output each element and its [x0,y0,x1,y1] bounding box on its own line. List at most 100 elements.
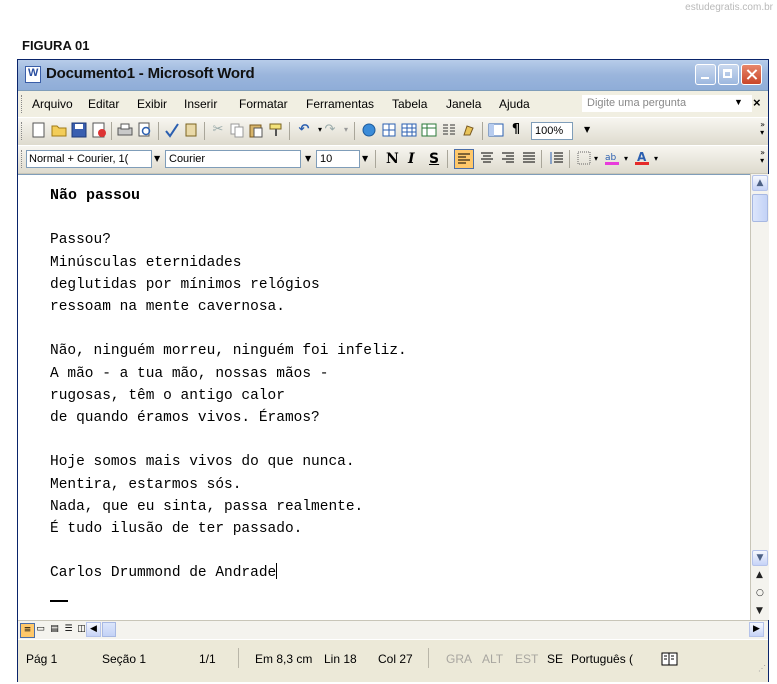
ask-dropdown-arrow-icon[interactable]: ▼ [734,97,743,107]
toolbar-options-icon[interactable]: » ▾ [760,149,765,165]
hyperlink-icon[interactable] [361,122,377,138]
scroll-thumb[interactable] [752,194,768,222]
status-language[interactable]: Português ( [571,652,633,666]
save-icon[interactable] [71,122,87,138]
end-of-document-marker [50,600,68,602]
normal-view-icon[interactable]: ≡ [20,623,35,638]
redo-icon[interactable]: ↷ [322,122,338,138]
minimize-button[interactable] [695,64,716,85]
print-layout-icon[interactable]: ▤ [48,623,61,636]
menu-tabela[interactable]: Tabela [392,97,427,111]
new-document-icon[interactable] [31,122,47,138]
outline-view-icon[interactable]: ☰ [62,623,75,636]
insert-table-icon[interactable] [401,122,417,138]
highlight-dropdown-icon[interactable]: ▾ [624,154,628,163]
horizontal-scroll-thumb[interactable] [102,622,116,637]
redo-dropdown-icon[interactable]: ▾ [338,122,354,138]
font-color-dropdown-icon[interactable]: ▾ [654,154,658,163]
close-button[interactable] [741,64,762,85]
style-dropdown-icon[interactable]: ▼ [154,154,160,163]
align-right-icon[interactable] [500,150,516,166]
document-page[interactable]: Não passou Passou? Minúsculas eternidade… [18,174,750,621]
spelling-icon[interactable] [164,122,180,138]
borders-dropdown-icon[interactable]: ▾ [594,154,598,163]
status-track-changes[interactable]: ALT [482,652,503,666]
undo-icon[interactable]: ↶ [296,122,312,138]
scroll-down-icon[interactable]: ▼ [752,550,768,566]
next-page-icon[interactable]: ▼ [756,606,763,616]
cut-icon[interactable]: ✂ [210,122,226,138]
print-icon[interactable] [117,122,133,138]
select-browse-object-icon[interactable]: ○ [756,588,764,598]
web-layout-icon[interactable]: ▭ [34,623,47,636]
horizontal-scrollbar[interactable]: ≡ ▭ ▤ ☰ ◫ ◀ ▶ [18,620,768,639]
bold-button[interactable]: N [386,151,399,167]
align-left-button[interactable] [454,149,474,169]
poem-line: Mentira, estarmos sós. [50,476,242,493]
resize-grip-icon[interactable]: ⋰ [758,664,766,673]
drawing-icon[interactable] [461,122,477,138]
toolbar-options-icon[interactable]: » ▾ [760,121,765,137]
poem-line: É tudo ilusão de ter passado. [50,521,303,538]
font-size-select[interactable]: 10 [316,150,360,168]
document-map-icon[interactable] [488,122,504,138]
research-icon[interactable] [184,122,200,138]
previous-page-icon[interactable]: ▲ [756,570,763,580]
menu-grip-handle[interactable] [21,95,25,113]
title-bar[interactable]: Documento1 - Microsoft Word [18,60,768,91]
status-overtype[interactable]: SE [547,652,563,666]
zoom-dropdown-icon[interactable]: ▼ [584,125,590,134]
menu-inserir[interactable]: Inserir [184,97,217,111]
word-document-icon[interactable] [25,66,41,83]
highlight-icon[interactable]: ab [604,150,620,166]
scroll-left-icon[interactable]: ◀ [86,622,101,637]
close-document-icon[interactable]: × [753,95,761,110]
italic-button[interactable]: I [408,151,415,167]
toolbar-grip-handle[interactable] [21,122,25,140]
align-center-icon[interactable] [479,150,495,166]
font-dropdown-icon[interactable]: ▼ [305,154,311,163]
format-painter-icon[interactable] [268,122,284,138]
scroll-right-icon[interactable]: ▶ [749,622,764,637]
vertical-scrollbar[interactable]: ▲ ▼ ▲ ○ ▼ [750,174,769,620]
zoom-select[interactable]: 100% [531,122,573,140]
menu-janela[interactable]: Janela [446,97,481,111]
borders-icon[interactable] [576,150,592,166]
size-dropdown-icon[interactable]: ▼ [362,154,368,163]
underline-button[interactable]: S [429,151,439,167]
style-select[interactable]: Normal + Courier, 1( [26,150,152,168]
menu-ferramentas[interactable]: Ferramentas [306,97,374,111]
toolbar-separator [482,122,483,140]
maximize-button[interactable] [718,64,739,85]
menu-editar[interactable]: Editar [88,97,119,111]
permission-icon[interactable] [91,122,107,138]
standard-toolbar: ✂ ↶ ▾ ↷ ▾ ¶ 100% ▼ » ▾ [18,117,768,146]
read-icon[interactable] [606,122,622,138]
paste-icon[interactable] [248,122,264,138]
menu-formatar[interactable]: Formatar [239,97,288,111]
toolbar-separator [354,122,355,140]
open-folder-icon[interactable] [51,122,67,138]
tables-borders-icon[interactable] [381,122,397,138]
columns-icon[interactable] [441,122,457,138]
ask-question-input[interactable]: Digite uma pergunta [582,95,752,112]
font-color-icon[interactable]: A [634,150,650,166]
menu-exibir[interactable]: Exibir [137,97,167,111]
status-record-macro[interactable]: GRA [446,652,472,666]
watermark: estudegratis.com.br [685,2,773,13]
line-spacing-icon[interactable] [548,150,564,166]
copy-icon[interactable] [229,122,245,138]
insert-excel-icon[interactable] [421,122,437,138]
spelling-status-icon[interactable] [661,652,679,669]
show-hide-formatting-icon[interactable]: ¶ [508,122,524,138]
scroll-up-icon[interactable]: ▲ [752,175,768,191]
status-extend-selection[interactable]: EST [515,652,538,666]
menu-arquivo[interactable]: Arquivo [32,97,73,111]
font-select[interactable]: Courier [165,150,301,168]
menu-ajuda[interactable]: Ajuda [499,97,530,111]
print-preview-icon[interactable] [137,122,153,138]
figure-label: FIGURA 01 [22,38,90,53]
document-body[interactable]: Não passou Passou? Minúsculas eternidade… [50,185,407,585]
justify-icon[interactable] [521,150,537,166]
toolbar-grip-handle[interactable] [21,150,25,168]
